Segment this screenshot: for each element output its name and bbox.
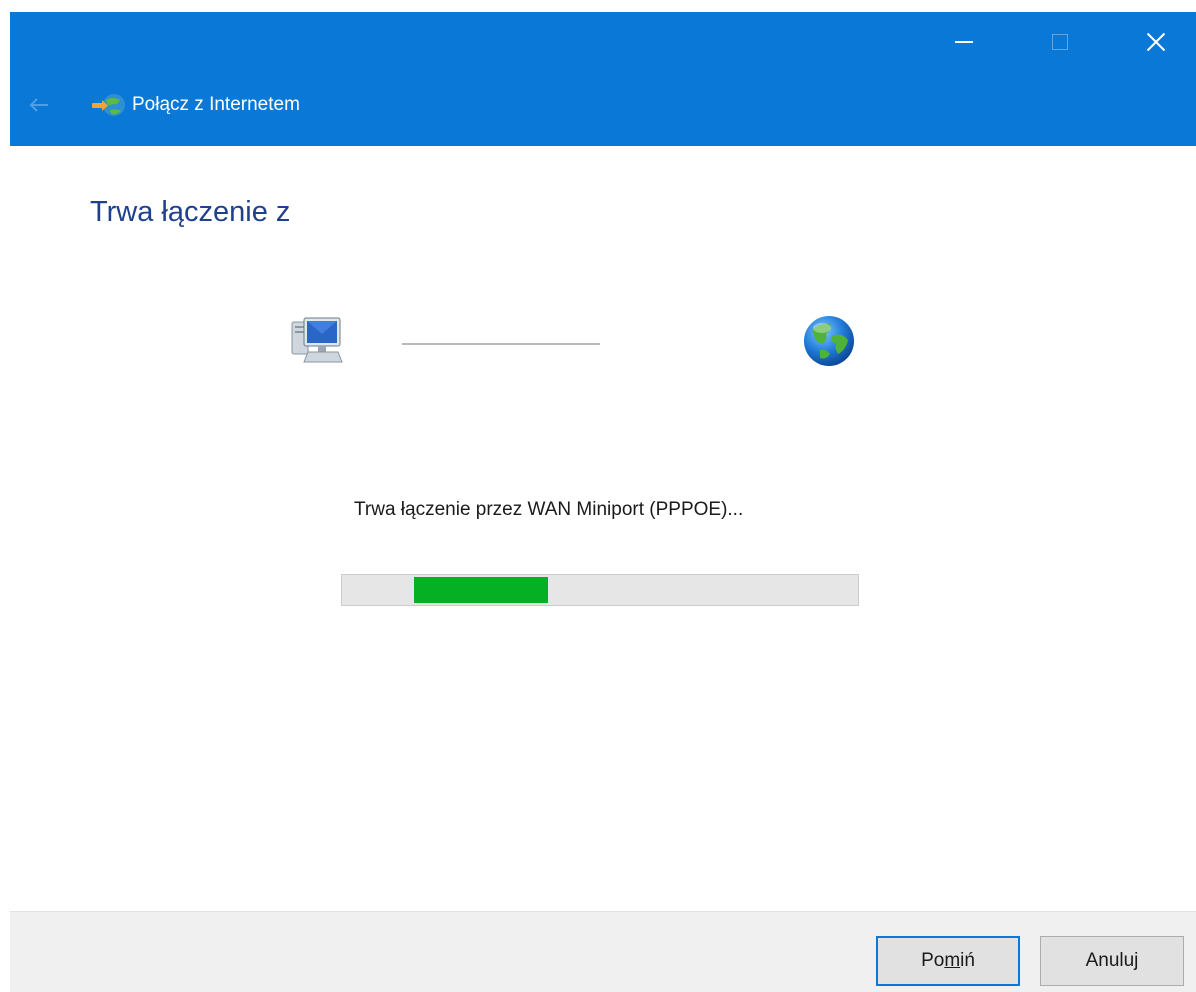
back-button bbox=[24, 90, 54, 120]
footer-bar: Pomiń Anuluj bbox=[10, 911, 1196, 992]
back-arrow-icon bbox=[29, 98, 48, 112]
window-left-edge bbox=[0, 0, 10, 992]
progress-bar bbox=[341, 574, 859, 606]
close-button[interactable] bbox=[1126, 12, 1186, 72]
window-title: Połącz z Internetem bbox=[132, 94, 300, 115]
connect-to-internet-window: Połącz z Internetem Trwa łączenie z Trwa… bbox=[0, 0, 1196, 992]
cancel-button[interactable]: Anuluj bbox=[1040, 936, 1184, 986]
connection-line bbox=[402, 343, 600, 345]
globe-icon bbox=[804, 316, 854, 366]
connection-status: Trwa łączenie przez WAN Miniport (PPPOE)… bbox=[354, 499, 744, 520]
maximize-icon bbox=[1052, 34, 1068, 50]
progress-fill bbox=[414, 577, 548, 603]
network-connection-icon bbox=[92, 94, 125, 116]
close-icon bbox=[1146, 32, 1166, 52]
minimize-button[interactable] bbox=[934, 12, 994, 72]
title-bar: Połącz z Internetem bbox=[10, 12, 1196, 146]
page-heading: Trwa łączenie z bbox=[90, 196, 291, 228]
maximize-button bbox=[1030, 12, 1090, 72]
skip-button-label: Pomiń bbox=[921, 950, 975, 971]
skip-button[interactable]: Pomiń bbox=[876, 936, 1020, 986]
minimize-icon bbox=[955, 41, 973, 43]
computer-icon bbox=[291, 317, 343, 363]
